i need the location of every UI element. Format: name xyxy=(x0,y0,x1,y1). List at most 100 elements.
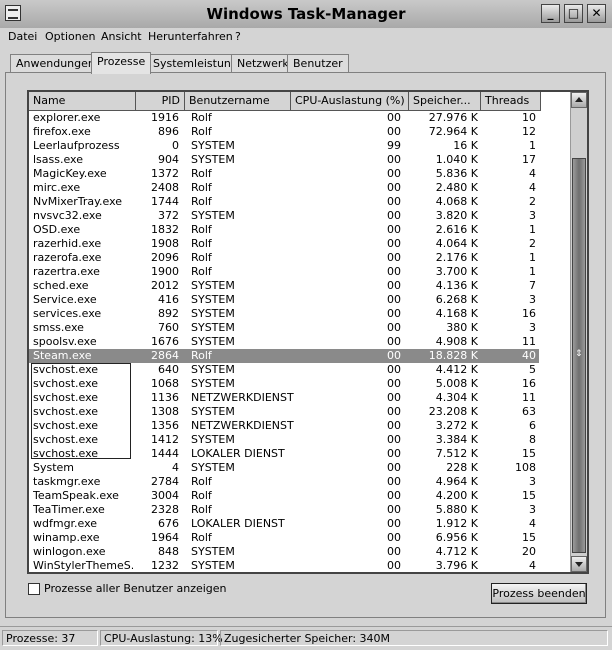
menu-optionen[interactable]: Optionen xyxy=(45,30,95,43)
process-memory: 2.176 K xyxy=(435,251,478,264)
show-all-users-checkbox[interactable] xyxy=(28,583,40,595)
process-memory: 4.964 K xyxy=(435,475,478,488)
process-name: spoolsv.exe xyxy=(33,335,97,348)
table-row[interactable]: nvsvc32.exe 372 SYSTEM 00 3.820 K 3 xyxy=(29,209,539,223)
table-row[interactable]: explorer.exe 1916 Rolf 00 27.976 K 10 xyxy=(29,111,539,125)
process-threads: 16 xyxy=(522,307,536,320)
close-button[interactable]: ✕ xyxy=(587,4,606,23)
show-all-users-label: Prozesse aller Benutzer anzeigen xyxy=(44,582,227,595)
table-row[interactable]: spoolsv.exe 1676 SYSTEM 00 4.908 K 11 xyxy=(29,335,539,349)
table-row[interactable]: svchost.exe 1444 LOKALER DIENST 00 7.512 K 15 xyxy=(29,447,539,461)
process-user: NETZWERKDIENST xyxy=(191,419,294,432)
process-memory: 2.616 K xyxy=(435,223,478,236)
table-row[interactable]: OSD.exe 1832 Rolf 00 2.616 K 1 xyxy=(29,223,539,237)
table-row[interactable]: razertra.exe 1900 Rolf 00 3.700 K 1 xyxy=(29,265,539,279)
process-threads: 6 xyxy=(529,419,536,432)
process-user: Rolf xyxy=(191,195,212,208)
process-memory: 1.912 K xyxy=(435,517,478,530)
process-cpu: 00 xyxy=(387,153,401,166)
process-memory: 6.268 K xyxy=(435,293,478,306)
process-cpu: 00 xyxy=(387,251,401,264)
process-memory: 27.976 K xyxy=(428,111,478,124)
end-process-button[interactable]: Prozess beenden xyxy=(491,583,587,604)
status-commit-memory: Zugesicherter Speicher: 340M xyxy=(220,630,608,646)
table-row[interactable]: winamp.exe 1964 Rolf 00 6.956 K 15 xyxy=(29,531,539,545)
column-pid[interactable]: PID xyxy=(136,92,185,111)
table-row[interactable]: svchost.exe 1068 SYSTEM 00 5.008 K 16 xyxy=(29,377,539,391)
table-row[interactable]: svchost.exe 640 SYSTEM 00 4.412 K 5 xyxy=(29,363,539,377)
process-name: mirc.exe xyxy=(33,181,81,194)
table-row[interactable]: razerhid.exe 1908 Rolf 00 4.064 K 2 xyxy=(29,237,539,251)
process-user: Rolf xyxy=(191,181,212,194)
table-row[interactable]: TeamSpeak.exe 3004 Rolf 00 4.200 K 15 xyxy=(29,489,539,503)
process-cpu: 00 xyxy=(387,209,401,222)
process-cpu: 00 xyxy=(387,433,401,446)
minimize-button[interactable]: _ xyxy=(541,4,560,23)
process-pid: 2408 xyxy=(151,181,179,194)
table-row[interactable]: svchost.exe 1412 SYSTEM 00 3.384 K 8 xyxy=(29,433,539,447)
tab-benutzer[interactable]: Benutzer xyxy=(287,54,349,73)
process-name: svchost.exe xyxy=(33,447,99,460)
process-threads: 108 xyxy=(515,461,536,474)
process-user: SYSTEM xyxy=(191,209,235,222)
table-row[interactable]: mirc.exe 2408 Rolf 00 2.480 K 4 xyxy=(29,181,539,195)
tab-netzwerk[interactable]: Netzwerk xyxy=(231,54,295,73)
vertical-scrollbar[interactable]: ⇕ xyxy=(570,92,587,572)
menu-help[interactable]: ? xyxy=(235,30,241,43)
process-cpu: 00 xyxy=(387,167,401,180)
process-memory: 4.412 K xyxy=(435,363,478,376)
title-bar[interactable]: Windows Task-Manager _ □ ✕ xyxy=(0,0,612,29)
tab-systemleistung[interactable]: Systemleistung xyxy=(147,54,244,73)
process-pid: 2096 xyxy=(151,251,179,264)
process-user: SYSTEM xyxy=(191,559,235,572)
table-row[interactable]: MagicKey.exe 1372 Rolf 00 5.836 K 4 xyxy=(29,167,539,181)
table-row[interactable]: lsass.exe 904 SYSTEM 00 1.040 K 17 xyxy=(29,153,539,167)
scroll-up-button[interactable] xyxy=(571,92,587,108)
scrollbar-thumb[interactable]: ⇕ xyxy=(572,158,586,553)
scroll-down-button[interactable] xyxy=(571,556,587,572)
table-row[interactable]: svchost.exe 1136 NETZWERKDIENST 00 4.304 K 11 xyxy=(29,391,539,405)
tab-anwendungen[interactable]: Anwendungen xyxy=(10,54,101,73)
table-row[interactable]: TeaTimer.exe 2328 Rolf 00 5.880 K 3 xyxy=(29,503,539,517)
process-threads: 5 xyxy=(529,363,536,376)
tab-prozesse[interactable]: Prozesse xyxy=(91,52,152,74)
table-row[interactable]: smss.exe 760 SYSTEM 00 380 K 3 xyxy=(29,321,539,335)
process-pid: 4 xyxy=(172,461,179,474)
process-user: Rolf xyxy=(191,475,212,488)
process-cpu: 00 xyxy=(387,489,401,502)
column-username[interactable]: Benutzername xyxy=(185,92,291,111)
table-row[interactable]: razerofa.exe 2096 Rolf 00 2.176 K 1 xyxy=(29,251,539,265)
process-list[interactable]: Name PID Benutzername CPU-Auslastung (%)… xyxy=(27,90,589,574)
table-row[interactable]: Leerlaufprozess 0 SYSTEM 99 16 K 1 xyxy=(29,139,539,153)
table-row[interactable]: services.exe 892 SYSTEM 00 4.168 K 16 xyxy=(29,307,539,321)
table-row[interactable]: sched.exe 2012 SYSTEM 00 4.136 K 7 xyxy=(29,279,539,293)
process-threads: 8 xyxy=(529,433,536,446)
process-name: razerofa.exe xyxy=(33,251,102,264)
table-row[interactable]: winlogon.exe 848 SYSTEM 00 4.712 K 20 xyxy=(29,545,539,559)
table-row[interactable]: WinStylerThemeS... 1232 SYSTEM 00 3.796 K 4 xyxy=(29,559,539,572)
process-memory: 4.908 K xyxy=(435,335,478,348)
table-row[interactable]: NvMixerTray.exe 1744 Rolf 00 4.068 K 2 xyxy=(29,195,539,209)
menu-ansicht[interactable]: Ansicht xyxy=(101,30,142,43)
process-pid: 1964 xyxy=(151,531,179,544)
process-threads: 63 xyxy=(522,405,536,418)
table-row[interactable]: taskmgr.exe 2784 Rolf 00 4.964 K 3 xyxy=(29,475,539,489)
table-row[interactable]: firefox.exe 896 Rolf 00 72.964 K 12 xyxy=(29,125,539,139)
table-row[interactable]: System 4 SYSTEM 00 228 K 108 xyxy=(29,461,539,475)
column-threads[interactable]: Threads xyxy=(481,92,541,111)
process-name: NvMixerTray.exe xyxy=(33,195,123,208)
table-row[interactable]: svchost.exe 1356 NETZWERKDIENST 00 3.272 K 6 xyxy=(29,419,539,433)
column-memory[interactable]: Speicher... xyxy=(409,92,481,111)
process-threads: 16 xyxy=(522,377,536,390)
maximize-button[interactable]: □ xyxy=(564,4,583,23)
column-cpu[interactable]: CPU-Auslastung (%) xyxy=(291,92,409,111)
menu-datei[interactable]: Datei xyxy=(8,30,37,43)
table-row[interactable]: Steam.exe 2864 Rolf 00 18.828 K 40 xyxy=(29,349,539,363)
process-cpu: 00 xyxy=(387,349,401,362)
menu-herunterfahren[interactable]: Herunterfahren xyxy=(148,30,233,43)
process-pid: 0 xyxy=(172,139,179,152)
column-name[interactable]: Name xyxy=(29,92,136,111)
table-row[interactable]: Service.exe 416 SYSTEM 00 6.268 K 3 xyxy=(29,293,539,307)
table-row[interactable]: svchost.exe 1308 SYSTEM 00 23.208 K 63 xyxy=(29,405,539,419)
table-row[interactable]: wdfmgr.exe 676 LOKALER DIENST 00 1.912 K 4 xyxy=(29,517,539,531)
